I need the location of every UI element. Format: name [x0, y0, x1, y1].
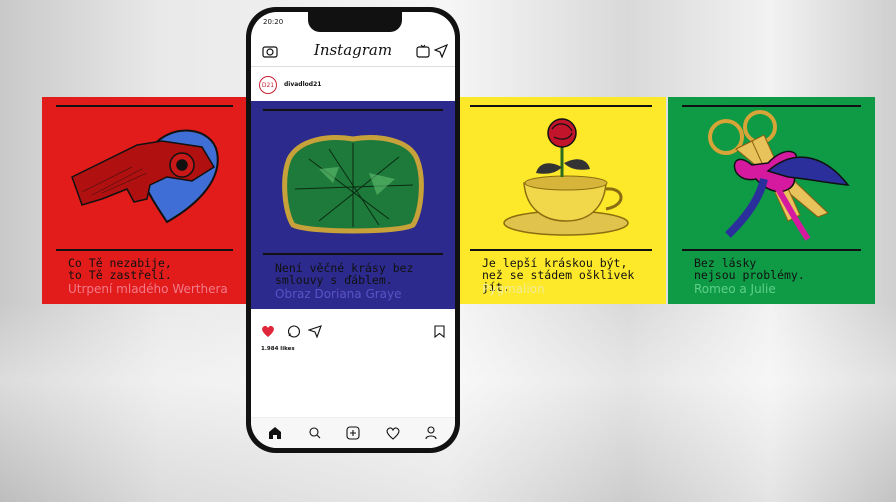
- gun-heart-illustration: [71, 129, 219, 224]
- panel-subtitle: Utrpení mladého Werthera: [68, 282, 228, 296]
- post-panel-dorian: Není věčné krásy bez smlouvy s ďáblem. O…: [251, 101, 455, 309]
- mirror-illustration: [282, 135, 424, 234]
- bottom-rule: [56, 249, 233, 251]
- home-icon[interactable]: [267, 425, 283, 441]
- scissors-ribbon-illustration: [708, 110, 850, 241]
- bottom-rule: [470, 249, 652, 251]
- panel-caption: Není věčné krásy bez smlouvy s ďáblem.: [275, 261, 414, 287]
- post-account-row[interactable]: D21 divadlod21: [251, 68, 455, 101]
- comment-icon[interactable]: [287, 325, 301, 338]
- phone-screen: 20:20 Instagram D21 divadlod21 Není věčn…: [251, 12, 455, 448]
- status-time: 20:20: [263, 18, 284, 26]
- panel-caption: Bez lásky nejsou problémy.: [694, 256, 805, 282]
- post-actions: 1.984 likes: [251, 319, 455, 359]
- phone-mockup: 20:20 Instagram D21 divadlod21 Není věčn…: [246, 7, 460, 453]
- likes-count: 1.984 likes: [261, 346, 295, 352]
- bottom-rule: [682, 249, 861, 251]
- avatar[interactable]: D21: [259, 76, 277, 94]
- panel-subtitle: Romeo a Julie: [694, 282, 776, 296]
- profile-icon[interactable]: [423, 425, 439, 441]
- share-icon[interactable]: [308, 325, 322, 338]
- igtv-icon[interactable]: [416, 44, 430, 58]
- phone-notch: [308, 12, 402, 32]
- bookmark-icon[interactable]: [434, 325, 445, 338]
- rose-teacup-illustration: [503, 118, 629, 236]
- panel-caption: Co Tě nezabije, to Tě zastřelí.: [68, 256, 172, 282]
- panel-subtitle: Pygmalion: [482, 282, 545, 296]
- heart-icon[interactable]: [261, 325, 275, 338]
- post-panel-pygmalion: Je lepší kráskou být, než se stádem oškl…: [456, 97, 666, 304]
- post-panel-romeo: Bez lásky nejsou problémy. Romeo a Julie: [668, 97, 875, 304]
- direct-icon[interactable]: [434, 44, 448, 58]
- add-icon[interactable]: [345, 425, 361, 441]
- search-icon[interactable]: [307, 425, 323, 441]
- bottom-rule: [263, 253, 443, 255]
- account-name[interactable]: divadlod21: [284, 81, 321, 88]
- post-panel-werther: Co Tě nezabije, to Tě zastřelí. Utrpení …: [42, 97, 247, 304]
- bottom-nav: [251, 417, 455, 448]
- activity-icon[interactable]: [385, 425, 401, 441]
- panel-subtitle: Obraz Doriana Graye: [275, 287, 402, 301]
- instagram-header: Instagram: [251, 38, 455, 67]
